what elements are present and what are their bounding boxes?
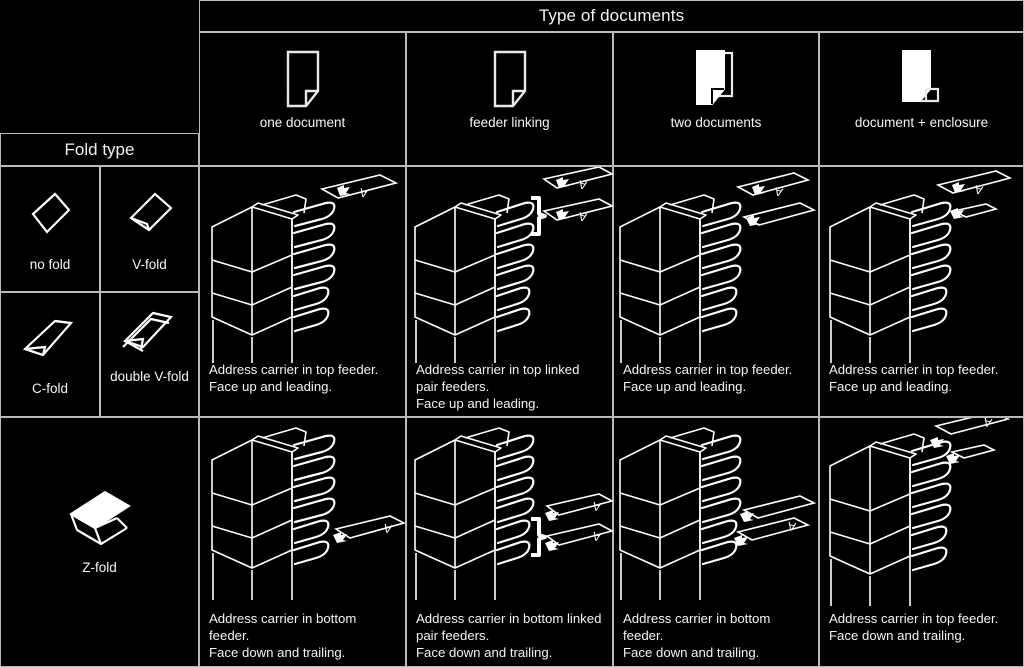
diagram-cell-z-fold-document-enclosure[interactable]: A Address carrier in top feeder. Face do… — [819, 417, 1024, 667]
document-type-header-two-documents[interactable]: two documents — [613, 32, 819, 166]
sheet-top-1: A — [319, 174, 399, 200]
sheet-bottom-1: A — [545, 493, 614, 521]
cell-caption: Address carrier in top linked pair feede… — [416, 362, 580, 412]
diagram-cell-z-fold-feeder-linking[interactable]: A A Address carrier in bottom linked pai… — [406, 417, 614, 667]
sheet-enclosure — [946, 444, 997, 464]
sheet-top-1: A — [935, 170, 1013, 197]
diagram-cell-no-fold-document-enclosure[interactable]: A Address carrier in top feeder. Face up… — [819, 166, 1024, 417]
fold-type-label: double V-fold — [110, 369, 189, 384]
fold-type-c-fold[interactable]: C-fold — [0, 292, 100, 417]
fold-type-label: C-fold — [31, 381, 68, 396]
fold-type-no-fold[interactable]: no fold — [0, 166, 100, 292]
no-fold-icon — [1, 185, 99, 247]
column-group-header: Type of documents — [199, 0, 1024, 32]
svg-text:A: A — [973, 182, 984, 197]
sheet-enclosure — [950, 203, 999, 219]
page-plus-enclosure-icon — [820, 45, 1023, 109]
svg-text:A: A — [786, 519, 797, 534]
sheet-bottom-2: A — [734, 517, 811, 546]
cell-caption: Address carrier in top feeder. Face down… — [829, 611, 999, 644]
document-type-label: document + enclosure — [854, 115, 989, 130]
fold-type-label: no fold — [29, 257, 71, 272]
svg-text:A: A — [591, 499, 602, 514]
svg-text:A: A — [982, 418, 993, 430]
diagram-cell-z-fold-one-document[interactable]: A Address carrier in bottom feeder. Face… — [199, 417, 407, 667]
document-type-header-feeder-linking[interactable]: feeder linking — [406, 32, 613, 166]
diagram-cell-no-fold-two-documents[interactable]: A Address carrier in top feeder. Face up… — [613, 166, 819, 417]
column-group-header-label: Type of documents — [538, 6, 685, 25]
sheet-top-1: A — [542, 167, 614, 192]
sheet-top-2: A — [542, 198, 614, 224]
sheet-top-2 — [741, 202, 817, 226]
svg-text:A: A — [577, 177, 588, 192]
cell-caption: Address carrier in top feeder. Face up a… — [209, 362, 379, 395]
two-pages-icon — [614, 45, 818, 109]
svg-text:A: A — [773, 184, 784, 199]
document-type-header-document-enclosure[interactable]: document + enclosure — [819, 32, 1024, 166]
z-fold-icon — [1, 490, 198, 552]
double-v-fold-icon — [101, 303, 198, 365]
v-fold-icon — [101, 185, 198, 247]
diagram-cell-no-fold-feeder-linking[interactable]: A A Address carrier in top linked pair f… — [406, 166, 614, 417]
cell-caption: Address carrier in bottom feeder. Face d… — [623, 611, 771, 661]
cell-caption: Address carrier in top feeder. Face up a… — [829, 362, 999, 395]
sheet-bottom-1: A — [333, 515, 407, 543]
document-type-label: one document — [259, 115, 346, 130]
fold-type-document-type-matrix: Type of documents one document feeder li… — [0, 0, 1024, 667]
fold-type-z-fold[interactable]: Z-fold — [0, 417, 199, 667]
document-type-label: two documents — [670, 115, 762, 130]
sheet-bottom-1 — [740, 495, 817, 522]
cell-caption: Address carrier in top feeder. Face up a… — [623, 362, 793, 395]
svg-text:A: A — [358, 185, 369, 200]
fold-type-double-v-fold[interactable]: double V-fold — [100, 292, 199, 417]
sheet-top-1: A — [735, 172, 811, 199]
document-type-label: feeder linking — [469, 115, 550, 130]
row-group-header-label: Fold type — [64, 139, 135, 159]
svg-text:A: A — [591, 529, 602, 544]
fold-type-label: V-fold — [132, 257, 167, 272]
single-page-icon — [200, 45, 405, 109]
single-page-icon — [407, 45, 612, 109]
svg-text:A: A — [577, 209, 588, 224]
document-type-header-one-document[interactable]: one document — [199, 32, 406, 166]
fold-type-label: Z-fold — [82, 560, 117, 575]
sheet-top-1: A — [930, 418, 1011, 448]
diagram-cell-no-fold-one-document[interactable]: A Address carrier in top feeder. Face up… — [199, 166, 406, 417]
c-fold-icon — [1, 309, 99, 371]
diagram-cell-z-fold-two-documents[interactable]: A Address carrier in bottom feeder. Face… — [613, 417, 819, 667]
svg-text:A: A — [382, 521, 393, 536]
cell-caption: Address carrier in bottom feeder. Face d… — [209, 611, 357, 661]
sheet-bottom-2: A — [545, 523, 614, 551]
fold-type-v-fold[interactable]: V-fold — [100, 166, 199, 292]
row-group-header: Fold type — [0, 133, 199, 166]
corner-blank — [0, 0, 199, 133]
feeder-link-bracket — [531, 517, 547, 557]
cell-caption: Address carrier in bottom linked pair fe… — [416, 611, 602, 661]
